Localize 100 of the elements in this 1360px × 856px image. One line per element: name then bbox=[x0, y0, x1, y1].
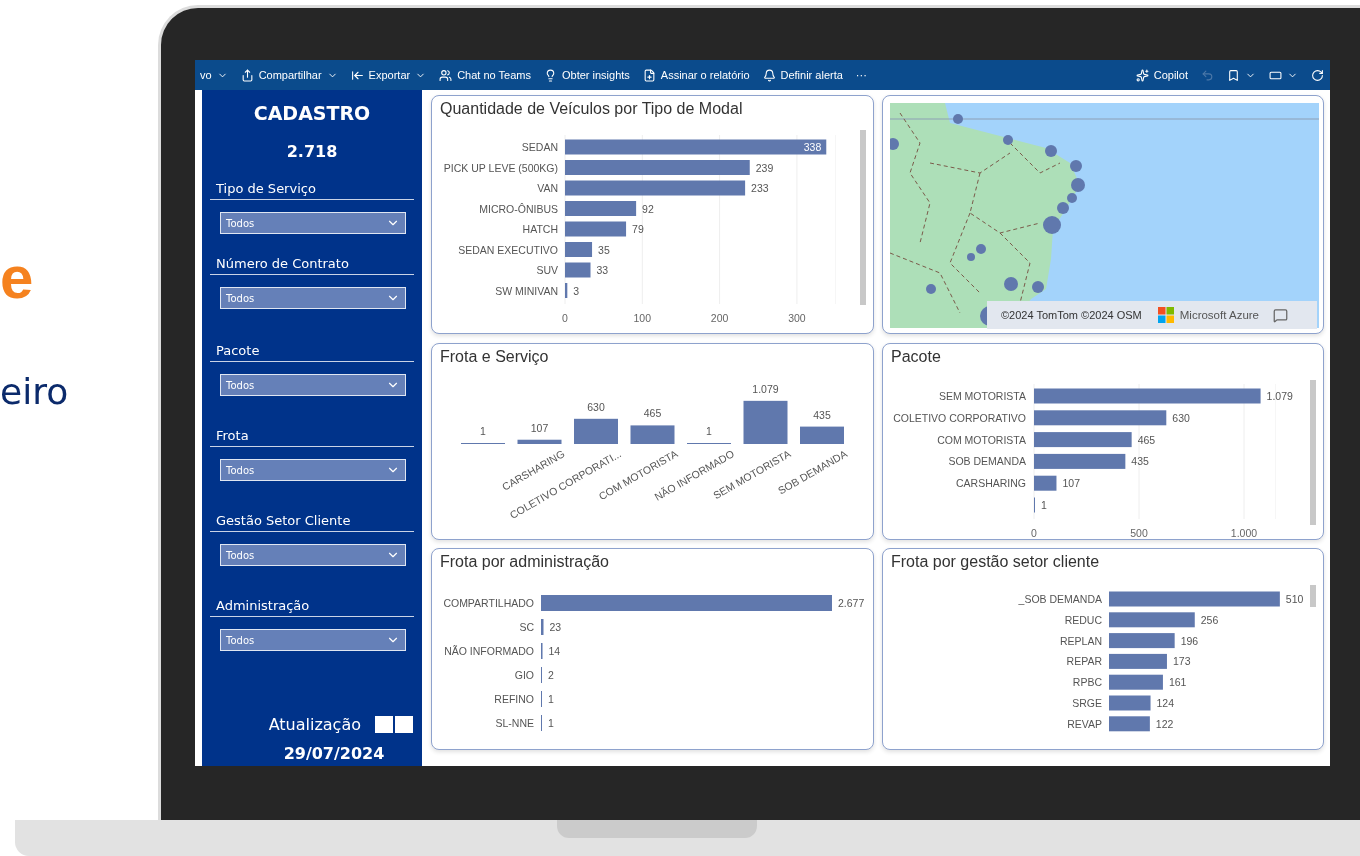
toolbar-button[interactable]: Exportar bbox=[350, 68, 427, 82]
scrollbar[interactable] bbox=[860, 130, 866, 305]
category-label: RPBC bbox=[1072, 676, 1102, 689]
value-label: 465 bbox=[1137, 433, 1156, 446]
share-icon bbox=[240, 68, 254, 82]
value-label: 510 bbox=[1285, 593, 1304, 605]
bar bbox=[565, 201, 637, 216]
toolbar-button[interactable]: Assinar o relatório bbox=[642, 68, 750, 82]
value-label: 465 bbox=[643, 407, 662, 420]
category-label: _SOB DEMANDA bbox=[1018, 593, 1102, 605]
toolbar-button[interactable]: Chat no Teams bbox=[439, 68, 531, 82]
value-label: 79 bbox=[632, 223, 644, 235]
category-label: COLETIVO CORPORATIVO bbox=[893, 411, 1026, 424]
value-label: 1 bbox=[548, 717, 554, 729]
filter-label: Pacote bbox=[210, 343, 414, 362]
category-label: HATCH bbox=[522, 223, 558, 235]
value-label: 435 bbox=[1131, 455, 1149, 468]
heading-fragment: e bbox=[0, 248, 34, 308]
toolbar-icon-button[interactable] bbox=[1227, 68, 1256, 82]
filter-dropdown[interactable]: Todos bbox=[220, 212, 406, 234]
bar bbox=[1109, 716, 1150, 732]
filter-label: Tipo de Serviço bbox=[210, 181, 414, 200]
bar bbox=[565, 262, 591, 278]
category-label: SW MINIVAN bbox=[495, 284, 558, 297]
value-label: 92 bbox=[642, 202, 654, 215]
category-label: NÃO INFORMADO bbox=[444, 645, 534, 657]
bar bbox=[1109, 695, 1151, 711]
chart-title: Quantidade de Veículos por Tipo de Modal bbox=[439, 99, 744, 119]
value-label: 1.079 bbox=[1266, 390, 1293, 402]
sparkles-icon bbox=[1135, 68, 1149, 82]
category-label: REDUC bbox=[1064, 613, 1102, 626]
axis-label: 0 bbox=[1031, 527, 1037, 539]
filter-dropdown[interactable]: Todos bbox=[220, 629, 406, 651]
bar bbox=[565, 221, 627, 237]
filter-dropdown[interactable]: Todos bbox=[220, 544, 406, 566]
axis-label: 0 bbox=[562, 312, 568, 324]
category-label: REPAR bbox=[1066, 655, 1102, 668]
value-label: 107 bbox=[530, 421, 549, 434]
value-label: 435 bbox=[813, 408, 831, 421]
category-label: COMPARTILHADO bbox=[443, 597, 534, 609]
value-label: 630 bbox=[587, 400, 605, 413]
toolbar-button[interactable]: vo bbox=[200, 69, 228, 81]
value-label: 3 bbox=[573, 284, 580, 297]
category-label: SL-NNE bbox=[495, 717, 534, 729]
category-label: SEDAN bbox=[521, 141, 558, 153]
bar bbox=[800, 426, 844, 444]
category-label: REPLAN bbox=[1060, 634, 1102, 647]
category-label: GIO bbox=[514, 669, 534, 681]
more-button[interactable]: ··· bbox=[855, 69, 867, 81]
bar bbox=[565, 283, 568, 298]
speech-bubble-icon[interactable] bbox=[1273, 307, 1288, 323]
bar bbox=[1109, 674, 1163, 690]
export-icon bbox=[350, 68, 364, 82]
axis-label: 100 bbox=[633, 312, 652, 324]
value-label: 1.079 bbox=[752, 382, 779, 395]
bar bbox=[541, 619, 544, 635]
value-label: 23 bbox=[549, 621, 562, 633]
value-label: 256 bbox=[1200, 613, 1219, 626]
scrollbar[interactable] bbox=[1310, 380, 1316, 525]
value-label: 196 bbox=[1180, 634, 1199, 647]
axis-label: 200 bbox=[710, 312, 729, 324]
filter-dropdown[interactable]: Todos bbox=[220, 374, 406, 396]
filter-label: Administração bbox=[210, 598, 414, 617]
bar bbox=[517, 439, 562, 444]
copilot-button[interactable]: Copilot bbox=[1135, 68, 1188, 82]
scrollbar[interactable] bbox=[1310, 585, 1316, 607]
toolbar-icon-button[interactable] bbox=[1311, 68, 1324, 82]
sidebar-title: CADASTRO bbox=[252, 102, 372, 124]
toolbar-button[interactable]: Obter insights bbox=[543, 68, 630, 82]
subtitle-fragment: eiro bbox=[0, 374, 69, 410]
category-label: SRGE bbox=[1072, 697, 1102, 709]
filter-dropdown[interactable]: Todos bbox=[220, 459, 406, 481]
chart-title: Frota por gestão setor cliente bbox=[890, 552, 1101, 572]
filter-dropdown[interactable]: Todos bbox=[220, 287, 406, 309]
document-plus-icon bbox=[642, 68, 656, 82]
bar bbox=[630, 425, 675, 444]
toolbar-button[interactable]: Compartilhar bbox=[240, 68, 338, 82]
value-label: 1 bbox=[548, 693, 554, 705]
category-label: COM MOTORISTA bbox=[937, 433, 1026, 446]
value-label: 122 bbox=[1155, 717, 1174, 730]
bar bbox=[1109, 633, 1175, 649]
bar bbox=[574, 418, 618, 444]
value-label: 2.677 bbox=[838, 597, 865, 609]
filter-label: Frota bbox=[210, 428, 414, 447]
value-label: 2 bbox=[548, 669, 554, 681]
value-label: 107 bbox=[1062, 477, 1080, 490]
value-label: 33 bbox=[596, 264, 609, 276]
copyright-text: ©2024 TomTom ©2024 OSM bbox=[1001, 309, 1142, 321]
category-label: SC bbox=[519, 621, 534, 633]
value-label: 161 bbox=[1168, 676, 1187, 689]
bell-icon bbox=[762, 68, 776, 82]
toolbar-button[interactable]: Definir alerta bbox=[762, 68, 843, 82]
value-label: 233 bbox=[751, 182, 769, 194]
axis-label: 1.000 bbox=[1230, 527, 1258, 539]
update-date: 29/07/2024 bbox=[282, 743, 386, 763]
value-label: 173 bbox=[1172, 655, 1191, 668]
bar bbox=[565, 242, 593, 257]
value-label: 124 bbox=[1156, 697, 1175, 709]
category-label: REVAP bbox=[1067, 717, 1102, 730]
filter-label: Gestão Setor Cliente bbox=[210, 513, 414, 532]
